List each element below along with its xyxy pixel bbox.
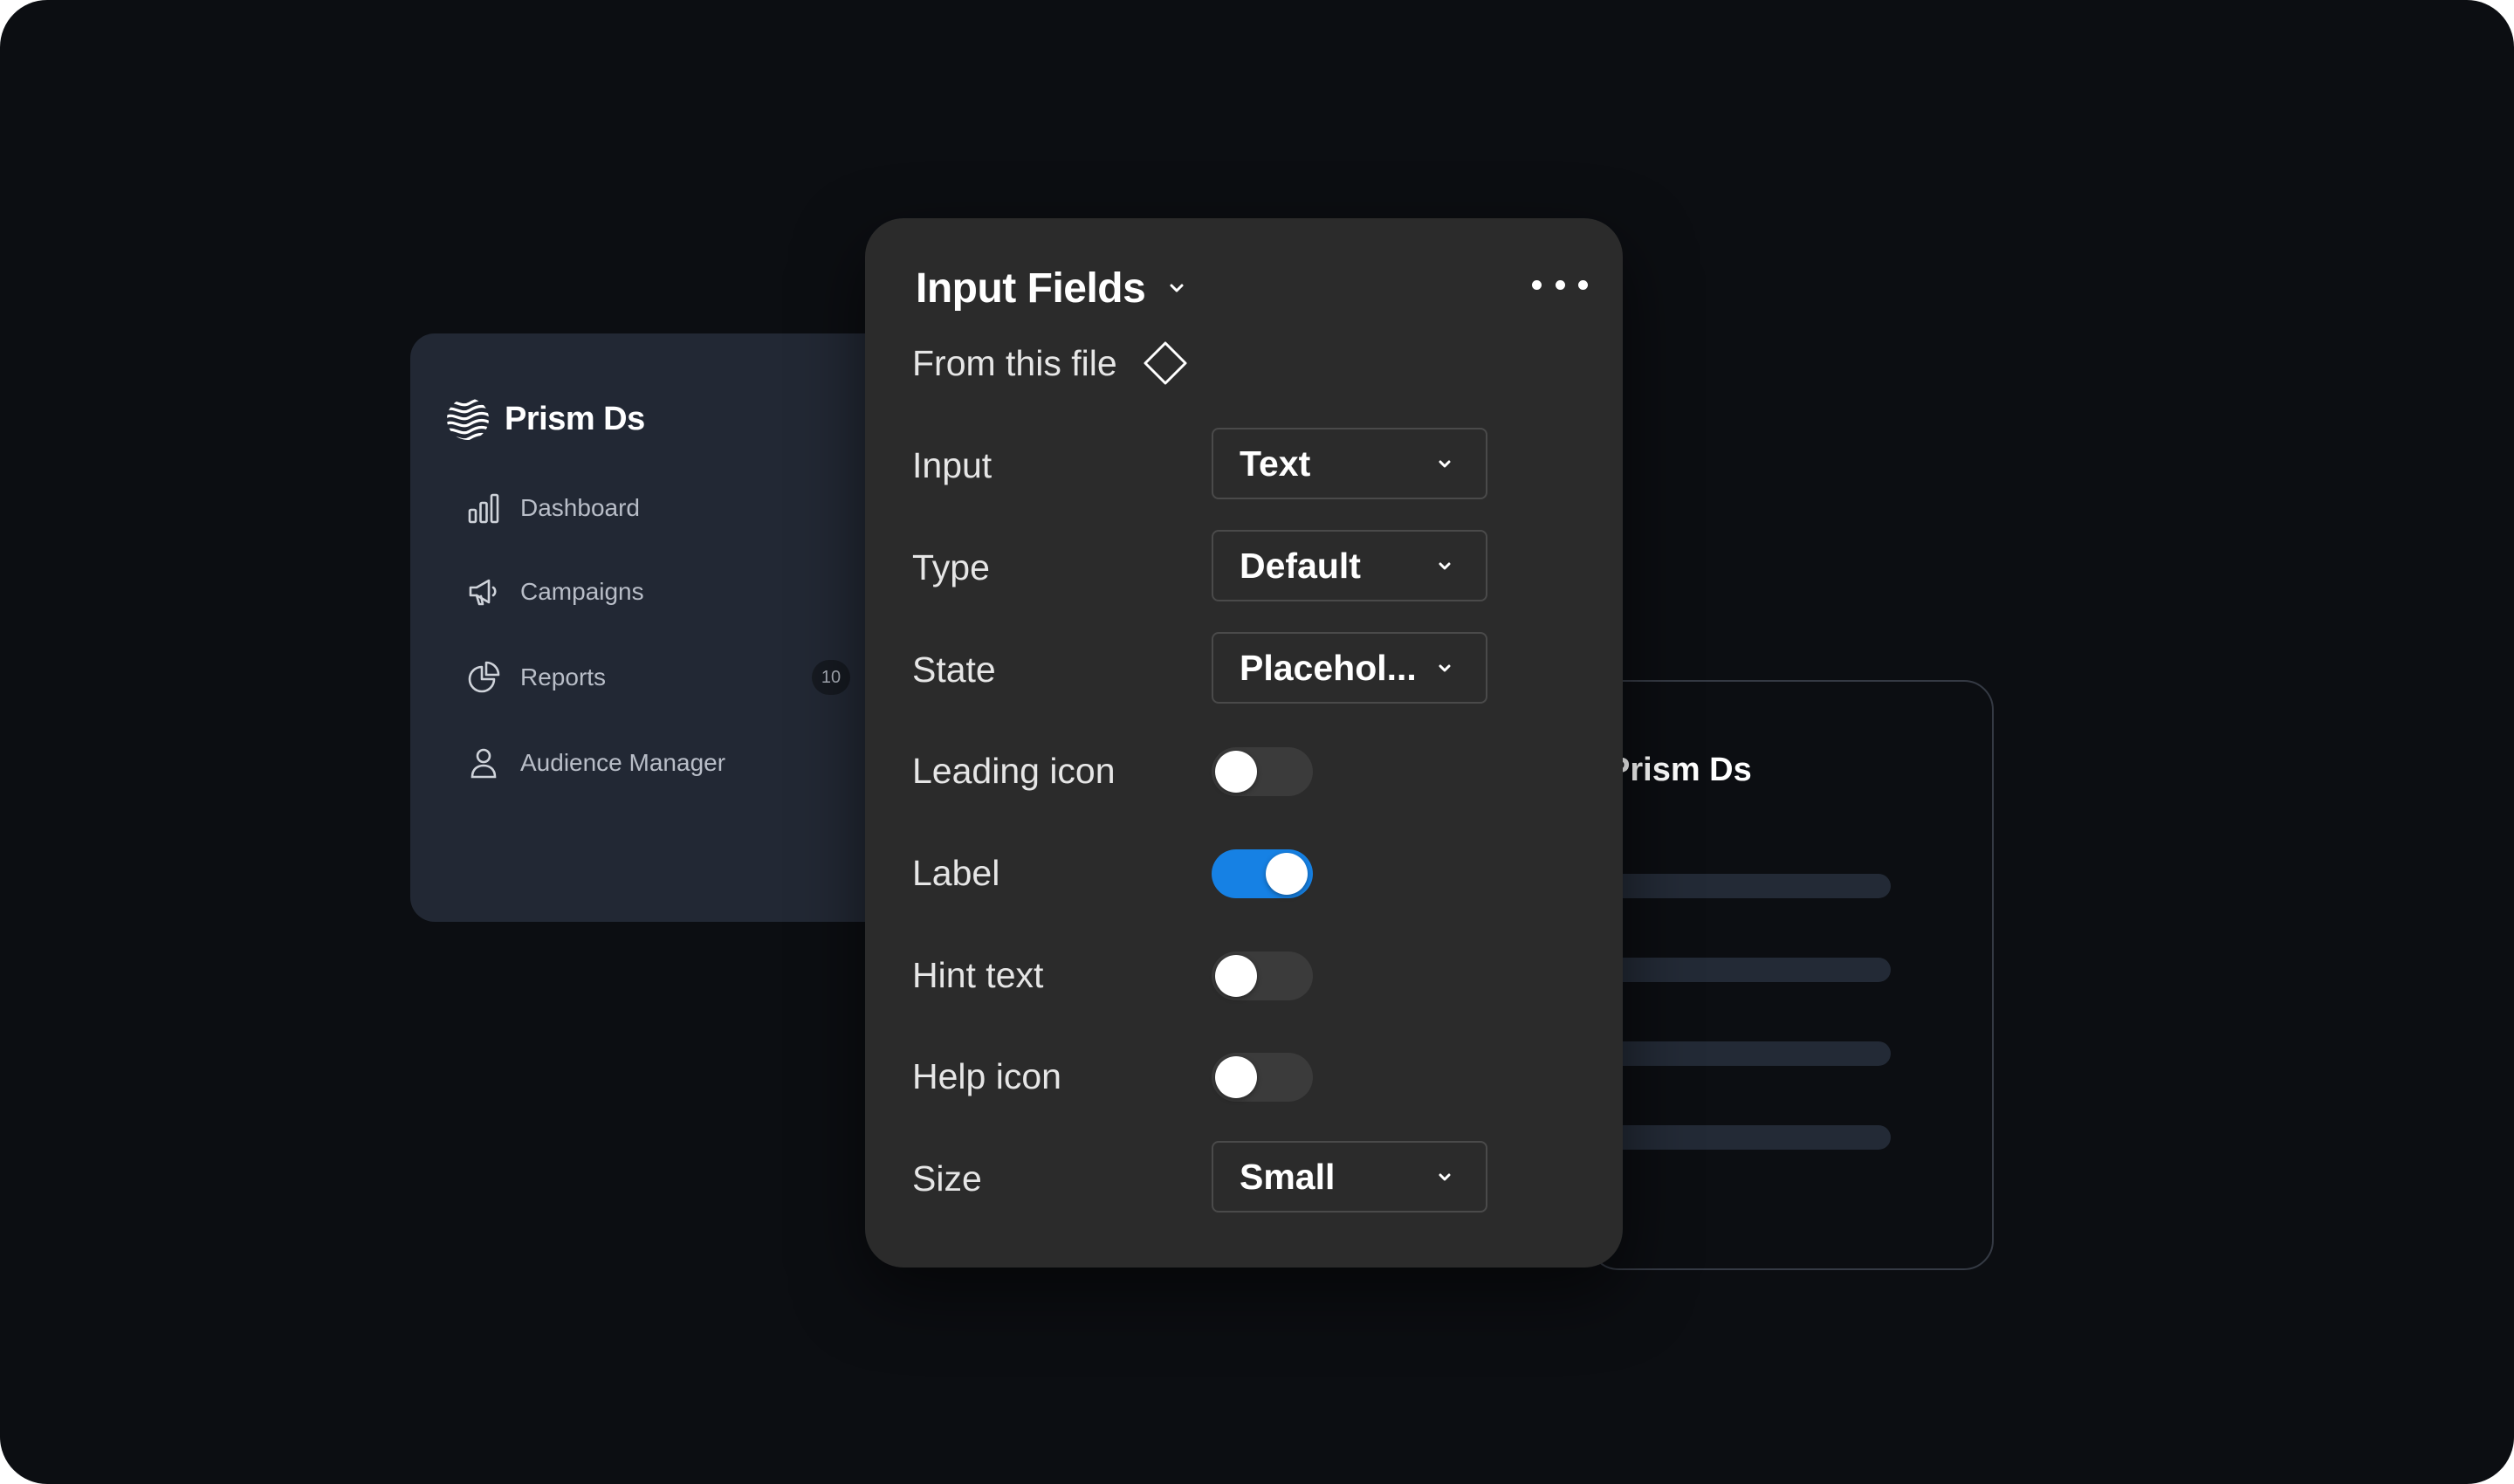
property-row-type: Type Default	[912, 530, 1611, 605]
chevron-down-icon	[1439, 460, 1451, 468]
select-value: Default	[1240, 545, 1361, 586]
component-diamond-icon	[1144, 341, 1187, 385]
label-toggle[interactable]	[1212, 849, 1313, 898]
sidebar-item-dashboard[interactable]: Dashboard	[466, 485, 850, 531]
component-source[interactable]: From this file	[912, 336, 1189, 390]
wave-logo-icon	[447, 398, 489, 440]
help-icon-toggle[interactable]	[1212, 1053, 1313, 1102]
hint-text-toggle[interactable]	[1212, 952, 1313, 1000]
sidebar-item-label: Audience Manager	[520, 749, 726, 776]
select-value: Placehol...	[1240, 647, 1417, 688]
select-value: Text	[1240, 443, 1311, 484]
megaphone-icon	[469, 579, 497, 606]
state-select[interactable]: Placehol...	[1212, 632, 1487, 704]
property-label: Type	[912, 547, 990, 587]
skeleton-line	[1590, 874, 1891, 898]
property-label: Leading icon	[912, 751, 1116, 791]
properties-panel: Input Fields From this file Input Text T…	[865, 218, 1623, 1268]
select-value: Small	[1240, 1156, 1336, 1197]
skeleton-line	[1590, 1125, 1891, 1150]
property-label: Size	[912, 1158, 982, 1199]
user-icon	[471, 748, 497, 779]
property-label: Help icon	[912, 1056, 1061, 1096]
sidebar-item-reports[interactable]: Reports 10	[466, 655, 850, 700]
toggle-knob	[1266, 853, 1308, 895]
source-label: From this file	[912, 342, 1117, 383]
property-row-size: Size Small	[912, 1141, 1611, 1216]
sidebar-item-label: Dashboard	[520, 494, 640, 521]
chevron-down-icon	[1170, 284, 1184, 292]
sidebar-item-label: Reports	[520, 663, 607, 690]
sidebar-item-campaigns[interactable]: Campaigns	[466, 569, 850, 615]
property-row-help-icon: Help icon	[912, 1039, 1611, 1114]
brand: Prism Ds	[445, 396, 645, 442]
more-horizontal-icon[interactable]	[1532, 267, 1588, 302]
size-select[interactable]: Small	[1212, 1141, 1487, 1213]
bar-chart-icon	[468, 493, 499, 524]
property-label: Hint text	[912, 955, 1044, 995]
input-select[interactable]: Text	[1212, 428, 1487, 499]
chevron-down-icon	[1439, 1173, 1451, 1181]
brand-name: Prism Ds	[505, 400, 645, 437]
pie-chart-icon	[468, 661, 500, 693]
chevron-down-icon	[1439, 562, 1451, 570]
preview-card: Prism Ds	[1589, 680, 1994, 1270]
panel-title: Input Fields	[916, 265, 1146, 312]
preview-title: Prism Ds	[1608, 752, 1752, 788]
property-row-leading-icon: Leading icon	[912, 733, 1611, 808]
canvas: Prism Ds Dashboard Campaigns Reports 10 …	[0, 0, 2514, 1484]
type-select[interactable]: Default	[1212, 530, 1487, 601]
toggle-knob	[1215, 1056, 1257, 1098]
skeleton-line	[1590, 1041, 1891, 1066]
sidebar-item-audience-manager[interactable]: Audience Manager	[466, 740, 850, 786]
toggle-knob	[1215, 955, 1257, 997]
chevron-down-icon	[1439, 664, 1451, 672]
sidebar-card: Prism Ds Dashboard Campaigns Reports 10 …	[410, 333, 899, 922]
property-row-state: State Placehol...	[912, 632, 1611, 707]
property-label: Label	[912, 853, 1000, 893]
property-row-label: Label	[912, 835, 1611, 910]
property-row-hint-text: Hint text	[912, 938, 1611, 1013]
property-label: Input	[912, 445, 993, 485]
component-selector[interactable]: Input Fields	[916, 260, 1189, 316]
property-row-input: Input Text	[912, 428, 1611, 503]
leading-icon-toggle[interactable]	[1212, 747, 1313, 796]
toggle-knob	[1215, 751, 1257, 793]
sidebar-item-label: Campaigns	[520, 578, 644, 605]
skeleton-line	[1590, 958, 1891, 982]
reports-count-badge: 10	[812, 660, 850, 695]
property-label: State	[912, 649, 996, 690]
